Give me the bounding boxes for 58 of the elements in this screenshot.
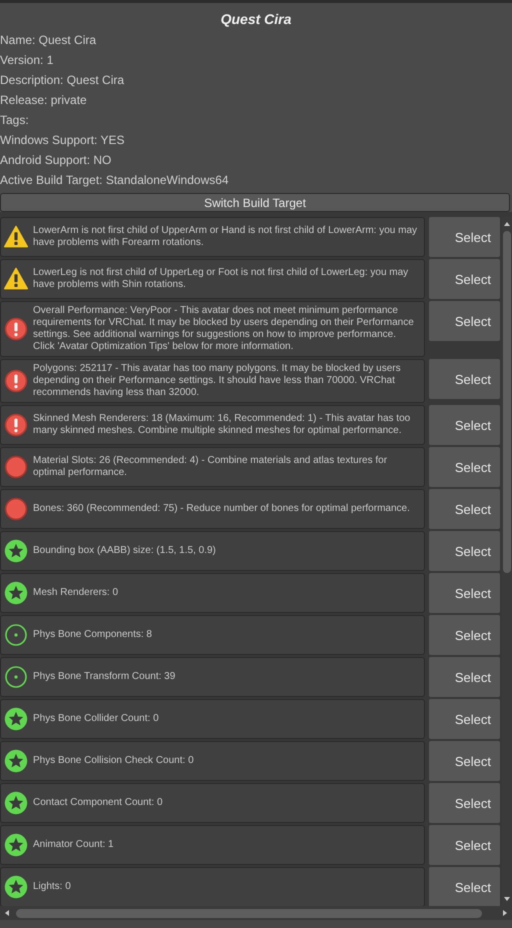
message-text: Animator Count: 1 (33, 839, 114, 851)
info-line: Name: Quest Cira (0, 32, 98, 49)
message-text: Overall Performance: VeryPoor - This avatar does not meet minimum performance requirements for VRChat. It may be blocked by users depending on their Performance settings. See additional warnings for suggestions on how to improve performance. Click 'Avatar Optimization Tips' below for more information. (33, 305, 415, 353)
info-line: Tags: (0, 112, 30, 129)
message-text: Phys Bone Components: 8 (33, 629, 152, 641)
message-text: Mesh Renderers: 0 (33, 587, 118, 599)
select-button[interactable]: Select (429, 259, 500, 299)
info-line: Version: 1 (0, 52, 54, 69)
horizontal-scrollbar[interactable] (0, 906, 512, 920)
info-line: Release: private (0, 92, 88, 109)
warning-icon (4, 267, 28, 291)
message-text: Contact Component Count: 0 (33, 797, 163, 809)
dot-ring-icon (4, 623, 28, 647)
scrollbar-thumb[interactable] (503, 231, 511, 573)
select-button[interactable]: Select (429, 615, 500, 655)
select-button[interactable]: Select (429, 489, 500, 529)
message-text: Lights: 0 (33, 881, 71, 893)
select-button[interactable]: Select (429, 699, 500, 739)
scroll-left-icon[interactable] (4, 909, 10, 917)
message-text: Polygons: 252117 - This avatar has too many polygons. It may be blocked by users depending on their Performance settings. It should have less than 70000. VRChat recommends having less than 32000. (33, 363, 402, 399)
scroll-down-icon[interactable] (503, 896, 511, 902)
info-line: Description: Quest Cira (0, 72, 126, 89)
select-button[interactable]: Select (429, 783, 500, 823)
scroll-up-icon[interactable] (503, 221, 511, 227)
info-line: Active Build Target: StandaloneWindows64 (0, 172, 230, 189)
message-text: Phys Bone Transform Count: 39 (33, 671, 176, 683)
select-button[interactable]: Select (429, 531, 500, 571)
error-icon (4, 413, 28, 437)
scroll-right-icon[interactable] (502, 909, 508, 917)
dot-ring-icon (4, 665, 28, 689)
message-text: Skinned Mesh Renderers: 18 (Maximum: 16, Recommended: 1) - This avatar has too many skinned meshes. Combine multiple skinned meshes for optimal performance. (33, 413, 412, 437)
message-text: LowerArm is not first child of UpperArm or Hand is not first child of LowerArm: you may have problems with Forearm rotations. (33, 225, 418, 249)
error-icon (4, 369, 28, 393)
error-icon (4, 317, 28, 341)
select-button[interactable]: Select (429, 573, 500, 613)
switch-build-target-button[interactable]: Switch Build Target (0, 193, 510, 212)
message-text: Bones: 360 (Recommended: 75) - Reduce number of bones for optimal performance. (33, 503, 410, 515)
select-button[interactable]: Select (429, 447, 500, 487)
select-button[interactable]: Select (429, 301, 500, 341)
circle-icon (4, 497, 28, 521)
select-button[interactable]: Select (429, 405, 500, 445)
select-button[interactable]: Select (429, 359, 500, 399)
message-text: Material Slots: 26 (Recommended: 4) - Combine materials and atlas textures for optimal performance. (33, 455, 388, 479)
circle-icon (4, 455, 28, 479)
message-text: Phys Bone Collision Check Count: 0 (33, 755, 194, 767)
select-button[interactable]: Select (429, 825, 500, 865)
info-line: Android Support: NO (0, 152, 112, 169)
warning-icon (4, 225, 28, 249)
select-button[interactable]: Select (429, 867, 500, 906)
message-text: LowerLeg is not first child of UpperLeg or Foot is not first child of LowerLeg: you may have problems with Shin rotations. (33, 267, 410, 291)
avatar-title: Quest Cira (220, 10, 292, 29)
scrollbar-thumb[interactable] (16, 908, 482, 918)
select-button[interactable]: Select (429, 741, 500, 781)
select-button[interactable]: Select (429, 217, 500, 257)
message-text: Bounding box (AABB) size: (1.5, 1.5, 0.9) (33, 545, 216, 557)
message-text: Phys Bone Collider Count: 0 (33, 713, 159, 725)
select-button[interactable]: Select (429, 657, 500, 697)
info-line: Windows Support: YES (0, 132, 126, 149)
